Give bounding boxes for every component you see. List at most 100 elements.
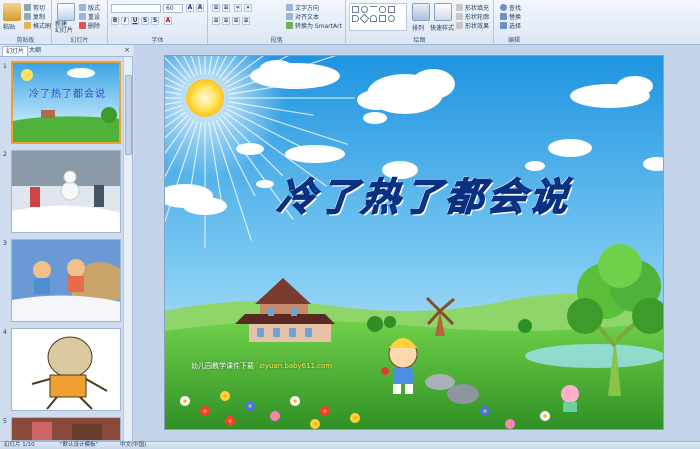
line-shape-icon[interactable] (370, 6, 377, 13)
bullets-button[interactable]: ≡ (212, 4, 220, 12)
bold-button[interactable]: B (111, 17, 119, 25)
thumbnail-5-art (12, 418, 120, 440)
close-icon[interactable]: × (124, 46, 130, 54)
brush-icon (24, 22, 31, 29)
caption-url: ziyuan.baby611.com (259, 362, 333, 370)
slides-group-label: 幻灯片 (70, 37, 89, 44)
justify-button[interactable]: ≡ (242, 17, 250, 25)
clipboard-group-label: 剪贴板 (16, 37, 35, 44)
slide-number: 3 (3, 240, 7, 247)
numbering-button[interactable]: ≡ (222, 4, 230, 12)
arrange-icon[interactable] (412, 3, 430, 21)
increase-indent-button[interactable]: » (244, 4, 252, 12)
new-slide-button[interactable]: 新建 幻灯片 (55, 22, 73, 34)
layout-icon (79, 4, 86, 11)
slide-number: 2 (3, 151, 7, 158)
slide-caption: 幼儿园教学课件下载 ziyuan.baby611.com (191, 361, 332, 371)
text-direction-button[interactable]: 文字方向 (286, 3, 319, 12)
small-character-illustration (561, 385, 579, 412)
slides-panel: 幻灯片 大纲 × 1 冷了热了都会说 2 3 4 5 (0, 45, 133, 441)
tab-slides[interactable]: 幻灯片 (2, 46, 29, 56)
align-text-button[interactable]: 对齐文本 (286, 12, 319, 21)
font-size-combo[interactable]: 60 (163, 4, 183, 13)
slide-canvas: 冷了热了都会说 幼儿园教学课件下载 ziyuan.baby611.com (134, 45, 700, 441)
editing-group-label: 编辑 (507, 37, 520, 44)
arrange-button[interactable]: 排列 (412, 23, 424, 32)
decrease-indent-button[interactable]: « (234, 4, 242, 12)
underline-button[interactable]: U (131, 17, 139, 25)
shrink-font-button[interactable]: A (196, 4, 204, 12)
paste-icon[interactable] (3, 3, 21, 21)
panel-scrollbar-thumb[interactable] (125, 75, 132, 155)
font-name-combo[interactable] (111, 4, 161, 13)
quick-styles-button[interactable]: 快速样式 (430, 23, 454, 32)
layout-button[interactable]: 版式 (79, 3, 100, 12)
slide-artwork (165, 56, 663, 429)
caption-text: 幼儿园教学课件下载 (191, 362, 254, 370)
slide-thumbnail-3[interactable] (11, 239, 121, 322)
clipboard-group: 粘贴 剪切 复制 格式刷 剪贴板 (0, 0, 52, 45)
format-painter-button[interactable]: 格式刷 (24, 21, 51, 30)
arrow-shape-icon[interactable] (352, 15, 359, 22)
select-icon (500, 22, 507, 29)
shapes-gallery[interactable] (349, 3, 407, 31)
panel-tabs: 幻灯片 大纲 × (0, 45, 133, 57)
italic-button[interactable]: I (121, 17, 129, 25)
slide-thumbnail-2[interactable] (11, 150, 121, 233)
slide-number: 4 (3, 329, 7, 336)
align-left-button[interactable]: ≡ (212, 17, 220, 25)
shape-effects-button[interactable]: 形状效果 (456, 21, 489, 30)
diamond-shape-icon[interactable] (359, 13, 370, 24)
shadow-button[interactable]: S (151, 17, 159, 25)
paste-button[interactable]: 粘贴 (3, 22, 15, 31)
cut-button[interactable]: 剪切 (24, 3, 45, 12)
star-shape-icon[interactable] (388, 15, 395, 22)
font-color-button[interactable]: A (164, 17, 172, 25)
new-slide-icon[interactable] (57, 3, 75, 21)
arc-shape-icon[interactable] (370, 15, 377, 22)
ribbon: 粘贴 剪切 复制 格式刷 剪贴板 新建 幻灯片 版式 重设 删除 幻灯片 60 … (0, 0, 700, 45)
shape-outline-button[interactable]: 形状轮廓 (456, 12, 489, 21)
effects-icon (456, 22, 463, 29)
brace-shape-icon[interactable] (379, 15, 386, 22)
align-center-button[interactable]: ≡ (222, 17, 230, 25)
fill-bucket-icon (456, 4, 463, 11)
convert-smartart-button[interactable]: 转换为 SmartArt (286, 21, 342, 30)
smartart-icon (286, 22, 293, 29)
strikethrough-button[interactable]: S (141, 17, 149, 25)
grow-font-button[interactable]: A (186, 4, 194, 12)
replace-button[interactable]: 替换 (500, 12, 521, 21)
delete-icon (79, 22, 86, 29)
reset-button[interactable]: 重设 (79, 12, 100, 21)
copy-button[interactable]: 复制 (24, 12, 45, 21)
editing-group: 查找 替换 选择 编辑 (494, 0, 534, 45)
tab-outline[interactable]: 大纲 (26, 46, 44, 56)
rectangle-shape-icon[interactable] (352, 6, 359, 13)
rounded-rect-shape-icon[interactable] (379, 6, 386, 13)
slides-group: 新建 幻灯片 版式 重设 删除 幻灯片 (52, 0, 108, 45)
slide-thumbnail-5[interactable] (11, 417, 121, 441)
copy-icon (24, 13, 31, 20)
scissors-icon (24, 4, 31, 11)
slide-title[interactable]: 冷了热了都会说 (232, 166, 618, 221)
textbox-shape-icon[interactable] (388, 6, 395, 13)
reset-icon (79, 13, 86, 20)
find-button[interactable]: 查找 (500, 3, 521, 12)
slide-thumbnail-4[interactable] (11, 328, 121, 411)
drawing-group-label: 绘图 (413, 37, 426, 44)
slide-thumbnail-1[interactable]: 冷了热了都会说 (11, 61, 121, 144)
align-right-button[interactable]: ≡ (232, 17, 240, 25)
powerpoint-window: 粘贴 剪切 复制 格式刷 剪贴板 新建 幻灯片 版式 重设 删除 幻灯片 60 … (0, 0, 700, 449)
thumbnail-1-title: 冷了热了都会说 (29, 89, 106, 100)
outline-icon (456, 13, 463, 20)
panel-scrollbar[interactable] (123, 57, 132, 441)
shape-fill-button[interactable]: 形状填充 (456, 3, 489, 12)
find-icon (500, 4, 507, 11)
select-button[interactable]: 选择 (500, 21, 521, 30)
status-theme: "默认设计模板" (60, 442, 99, 448)
status-language[interactable]: 中文(中国) (120, 442, 146, 449)
current-slide[interactable]: 冷了热了都会说 幼儿园教学课件下载 ziyuan.baby611.com (164, 55, 664, 430)
oval-shape-icon[interactable] (361, 6, 368, 13)
delete-button[interactable]: 删除 (79, 21, 100, 30)
quick-styles-icon[interactable] (434, 3, 452, 21)
